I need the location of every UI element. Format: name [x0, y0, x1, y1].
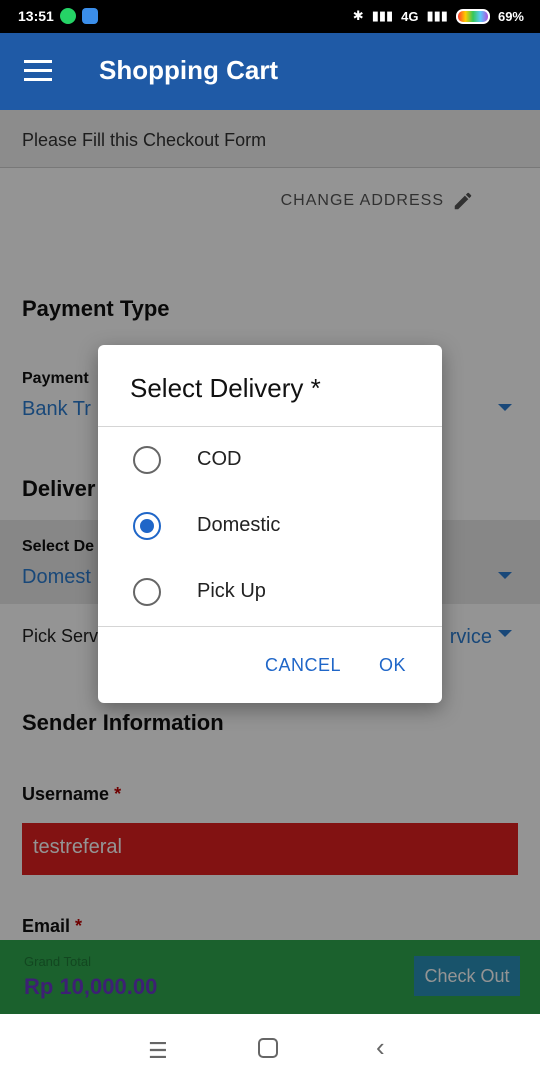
- option-domestic[interactable]: Domestic: [98, 496, 442, 556]
- option-cod-label: COD: [197, 448, 242, 470]
- menu-lines-icon[interactable]: ☰: [148, 1038, 168, 1064]
- network-type: 4G: [401, 8, 419, 24]
- radio-cod-icon[interactable]: [133, 446, 161, 474]
- message-app-icon: [82, 8, 98, 24]
- option-domestic-label: Domestic: [197, 514, 281, 536]
- whatsapp-icon: [60, 8, 76, 24]
- signal-icon: ▮▮▮: [371, 8, 394, 23]
- option-cod[interactable]: COD: [98, 430, 442, 490]
- system-nav-bar: ☰ ‹: [0, 1014, 540, 1080]
- battery-icon: [455, 8, 490, 24]
- status-time: 13:51: [18, 8, 54, 24]
- cancel-button[interactable]: CANCEL: [265, 655, 341, 676]
- option-pickup-label: Pick Up: [197, 580, 266, 602]
- dialog-divider: [98, 626, 442, 627]
- hamburger-icon[interactable]: [24, 60, 52, 82]
- dialog-divider: [98, 426, 442, 427]
- radio-pickup-icon[interactable]: [133, 578, 161, 606]
- select-delivery-dialog: Select Delivery * COD Domestic Pick Up C…: [98, 345, 442, 703]
- dialog-title: Select Delivery *: [130, 373, 321, 403]
- ok-button[interactable]: OK: [379, 655, 406, 676]
- square-icon[interactable]: [258, 1038, 278, 1058]
- app-bar: Shopping Cart: [0, 33, 540, 110]
- back-chevron-icon[interactable]: ‹: [376, 1032, 385, 1063]
- signal-icon-2: ▮▮▮: [426, 8, 448, 23]
- battery-level: 69%: [497, 8, 524, 24]
- bluetooth-icon: ✱: [352, 8, 364, 23]
- status-bar: 13:51 ✱ ▮▮▮ 4G ▮▮▮ 69%: [0, 0, 540, 33]
- radio-domestic-icon[interactable]: [133, 512, 161, 540]
- status-right: ✱ ▮▮▮ 4G ▮▮▮ 69%: [353, 8, 524, 24]
- option-pickup[interactable]: Pick Up: [98, 562, 442, 622]
- page-title: Shopping Cart: [99, 55, 279, 85]
